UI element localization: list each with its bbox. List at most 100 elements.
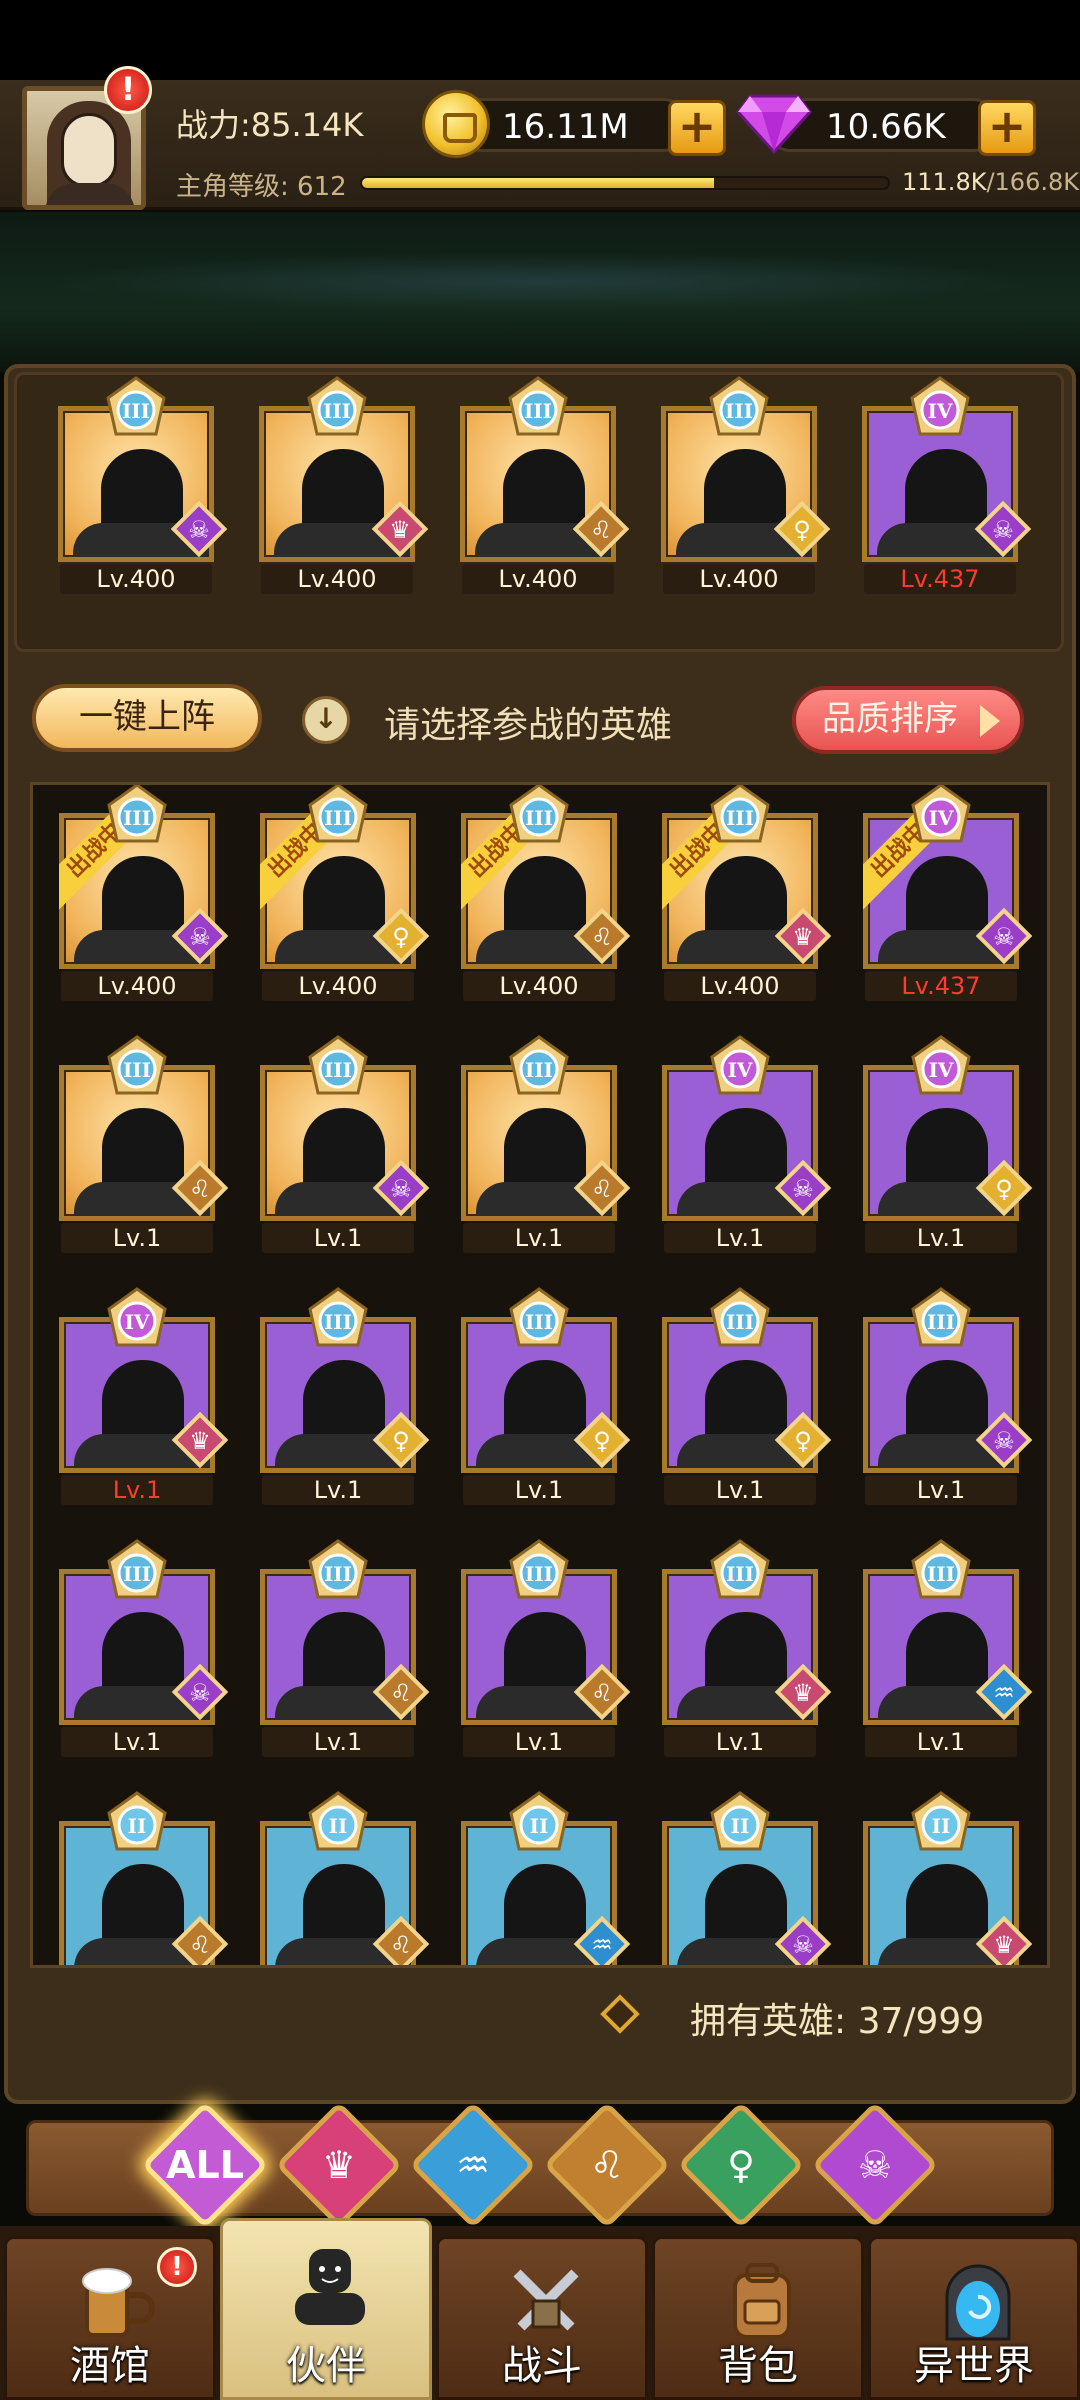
team-hero-card[interactable]: III ♌ Lv.400 <box>460 376 630 594</box>
svg-text:♌: ♌ <box>189 1931 211 1959</box>
svg-text:III: III <box>726 806 754 830</box>
filter-crown-button[interactable]: ♛ <box>275 2101 403 2229</box>
svg-text:☠: ☠ <box>792 1931 814 1959</box>
roster-hero-card[interactable]: III ♀ Lv.1 <box>461 1287 631 1505</box>
down-arrow-icon: ↓ <box>302 696 350 744</box>
svg-text:III: III <box>726 1310 754 1334</box>
roster-hero-card[interactable]: IV ♀ Lv.1 <box>863 1035 1033 1253</box>
hero-level: Lv.1 <box>664 1223 816 1253</box>
roster-hero-card[interactable]: II ♛ <box>863 1791 1033 1965</box>
one-click-deploy-button[interactable]: 一键上阵 <box>32 684 262 752</box>
roster-hero-card[interactable]: 出战中 III ♌ Lv.400 <box>461 785 631 1001</box>
svg-text:♌: ♌ <box>390 1931 412 1959</box>
svg-text:IV: IV <box>125 1310 150 1334</box>
lion-icon: ♌ <box>589 2143 625 2187</box>
hero-level: Lv.437 <box>864 564 1016 594</box>
team-hero-card[interactable]: III ☠ Lv.400 <box>58 376 228 594</box>
svg-text:♀: ♀ <box>793 516 811 544</box>
filter-demon-button[interactable]: ☠ <box>811 2101 939 2229</box>
rank-III-badge-icon: III <box>305 376 369 440</box>
svg-text:♛: ♛ <box>389 516 411 544</box>
svg-text:III: III <box>725 399 753 423</box>
lion-icon: ♌ <box>573 907 631 965</box>
svg-text:♌: ♌ <box>390 1679 412 1707</box>
svg-text:III: III <box>525 1058 553 1082</box>
nav-tab-label: 背包 <box>718 2343 798 2389</box>
select-hero-hint: 请选择参战的英雄 <box>384 705 673 746</box>
roster-hero-card[interactable]: IV ☠ Lv.1 <box>662 1035 832 1253</box>
rank-III-badge-icon: III <box>506 376 570 440</box>
elf-icon: ♀ <box>573 1411 631 1469</box>
roster-hero-card[interactable]: 出战中 IV ☠ Lv.437 <box>863 785 1033 1001</box>
roster-hero-card[interactable]: III ☠ Lv.1 <box>863 1287 1033 1505</box>
demon-icon: ☠ <box>857 2143 893 2187</box>
crown-icon: ♛ <box>774 907 832 965</box>
filter-lion-button[interactable]: ♌ <box>543 2101 671 2229</box>
add-gems-button[interactable]: + <box>978 100 1036 156</box>
roster-hero-card[interactable]: III ♌ Lv.1 <box>461 1539 631 1757</box>
hero-level: Lv.400 <box>262 971 414 1001</box>
nav-tab-partner[interactable]: 伙伴 <box>220 2218 432 2400</box>
hero-level: Lv.1 <box>262 1727 414 1757</box>
roster-hero-card[interactable]: II ♒ <box>461 1791 631 1965</box>
svg-text:III: III <box>525 1310 553 1334</box>
svg-text:♌: ♌ <box>590 516 612 544</box>
roster-hero-card[interactable]: III ♒ Lv.1 <box>863 1539 1033 1757</box>
roster-hero-card[interactable]: II ♌ <box>260 1791 430 1965</box>
roster-hero-card[interactable]: III ☠ Lv.1 <box>59 1539 229 1757</box>
filter-fish-button[interactable]: ♒ <box>409 2101 537 2229</box>
nav-tab-crossed-swords[interactable]: 战斗 <box>436 2236 648 2400</box>
rank-II-badge-icon: II <box>708 1791 772 1855</box>
roster-hero-card[interactable]: III ♛ Lv.1 <box>662 1539 832 1757</box>
gem-icon <box>736 94 812 154</box>
team-hero-card[interactable]: III ♛ Lv.400 <box>259 376 429 594</box>
roster-hero-card[interactable]: II ☠ <box>662 1791 832 1965</box>
add-gold-button[interactable]: + <box>668 100 726 156</box>
roster-hero-card[interactable]: III ♌ Lv.1 <box>260 1539 430 1757</box>
svg-text:♀: ♀ <box>392 923 410 951</box>
roster-hero-card[interactable]: IV ♛ Lv.1 <box>59 1287 229 1505</box>
filter-elf-button[interactable]: ♀ <box>677 2101 805 2229</box>
roster-hero-card[interactable]: III ♀ Lv.1 <box>662 1287 832 1505</box>
svg-text:♒: ♒ <box>993 1679 1015 1707</box>
filter-all-button[interactable]: ALL <box>141 2101 269 2229</box>
team-hero-card[interactable]: IV ☠ Lv.437 <box>862 376 1032 594</box>
roster-hero-card[interactable]: III ♀ Lv.1 <box>260 1287 430 1505</box>
hero-level: Lv.1 <box>865 1223 1017 1253</box>
hero-roster-grid[interactable]: 出战中 III ☠ Lv.400 出战中 III ♀ Lv.400 出战中 III … <box>30 782 1050 1968</box>
backpack-icon <box>721 2261 803 2343</box>
rank-III-badge-icon: III <box>909 1539 973 1603</box>
svg-text:♛: ♛ <box>792 923 814 951</box>
svg-text:♀: ♀ <box>392 1427 410 1455</box>
svg-text:♛: ♛ <box>189 1427 211 1455</box>
nav-tab-beer-mug[interactable]: 酒馆! <box>4 2236 216 2400</box>
demon-icon: ☠ <box>171 907 229 965</box>
nav-tab-backpack[interactable]: 背包 <box>652 2236 864 2400</box>
portal-icon <box>937 2261 1019 2343</box>
roster-hero-card[interactable]: III ♌ Lv.1 <box>461 1035 631 1253</box>
fish-icon: ♒ <box>455 2143 491 2187</box>
svg-text:☠: ☠ <box>993 923 1015 951</box>
svg-text:IV: IV <box>929 806 954 830</box>
svg-text:♀: ♀ <box>593 1427 611 1455</box>
lion-icon: ♌ <box>573 1159 631 1217</box>
svg-text:III: III <box>123 1562 151 1586</box>
roster-hero-card[interactable]: III ♌ Lv.1 <box>59 1035 229 1253</box>
quality-sort-button[interactable]: 品质排序 <box>792 686 1024 754</box>
demon-icon: ☠ <box>974 500 1032 558</box>
svg-text:♛: ♛ <box>792 1679 814 1707</box>
fish-icon: ♒ <box>573 1915 631 1965</box>
nav-tab-portal[interactable]: 异世界 <box>868 2236 1080 2400</box>
demon-icon: ☠ <box>975 1411 1033 1469</box>
nav-tab-label: 战斗 <box>502 2343 582 2389</box>
roster-hero-card[interactable]: 出战中 III ☠ Lv.400 <box>59 785 229 1001</box>
game-screen: ! 宅宅 战力:85.14K 主角等级: 612 111.8K/166.8K 1… <box>0 0 1080 2400</box>
roster-hero-card[interactable]: II ♌ <box>59 1791 229 1965</box>
team-hero-card[interactable]: III ♀ Lv.400 <box>661 376 831 594</box>
roster-hero-card[interactable]: 出战中 III ♀ Lv.400 <box>260 785 430 1001</box>
roster-hero-card[interactable]: III ☠ Lv.1 <box>260 1035 430 1253</box>
svg-text:☠: ☠ <box>792 1175 814 1203</box>
roster-hero-card[interactable]: 出战中 III ♛ Lv.400 <box>662 785 832 1001</box>
svg-text:♌: ♌ <box>189 1175 211 1203</box>
svg-text:II: II <box>128 1814 147 1838</box>
